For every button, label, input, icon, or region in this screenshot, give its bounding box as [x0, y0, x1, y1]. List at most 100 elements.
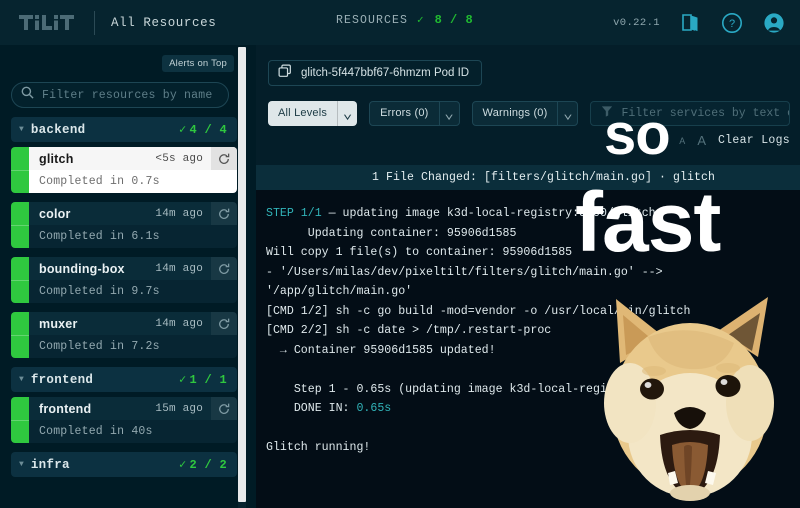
resource-time: 14m ago [155, 262, 203, 275]
chevron-down-icon[interactable]: ▼ [19, 125, 24, 134]
breadcrumb-all-resources[interactable]: All Resources [111, 16, 216, 30]
log-step-label: STEP 1/1 [266, 207, 322, 220]
group-header-frontend[interactable]: ▼ frontend ✓ 1 / 1 [11, 367, 237, 392]
chevron-down-icon[interactable]: ⌄ [557, 101, 577, 125]
header-actions: v0.22.1 ? [613, 0, 786, 45]
refresh-icon[interactable] [211, 312, 237, 335]
log-toolbar: All Levels ⌄ Errors (0) ⌄ Warnings (0) ⌄… [268, 100, 790, 126]
group-name-backend: backend [30, 122, 86, 137]
refresh-icon[interactable] [211, 257, 237, 280]
resource-status: Completed in 40s [39, 425, 153, 438]
font-size-increase-button[interactable]: A [697, 133, 706, 148]
log-filter-input[interactable]: Filter services by text or /regexp/ [590, 100, 790, 126]
check-icon: ✓ [178, 458, 187, 472]
chevron-down-icon[interactable]: ⌄ [337, 100, 357, 126]
book-icon[interactable] [678, 11, 702, 35]
group-count-frontend: ✓ 1 / 1 [178, 372, 227, 388]
group-header-infra[interactable]: ▼ infra ✓ 2 / 2 [11, 452, 237, 477]
resource-item-muxer[interactable]: muxer 14m ago Completed in 7.2s [11, 312, 237, 358]
warnings-dropdown[interactable]: Warnings (0) ⌄ [471, 100, 579, 126]
resource-filter-placeholder: Filter resources by name [42, 88, 213, 102]
sidebar-scrollbar-thumb[interactable] [238, 47, 246, 502]
status-bars [11, 147, 29, 193]
font-size-decrease-button[interactable]: A [679, 136, 685, 146]
refresh-icon[interactable] [211, 397, 237, 420]
resource-time: 14m ago [155, 317, 203, 330]
log-line: — updating image k3d-local-registry:5000… [321, 207, 656, 220]
refresh-icon[interactable] [211, 202, 237, 225]
status-bars [11, 257, 29, 303]
warnings-label: Warnings (0) [482, 107, 548, 119]
log-line: Glitch running! [266, 441, 371, 454]
group-count-value: 4 / 4 [189, 122, 227, 137]
resource-filter-box[interactable]: Filter resources by name [11, 82, 229, 108]
resources-label: RESOURCES [336, 13, 409, 27]
group-header-backend[interactable]: ▼ backend ✓ 4 / 4 [11, 117, 237, 142]
resource-time: 14m ago [155, 207, 203, 220]
resources-sidebar: Alerts on Top Filter resources by name ▼… [0, 45, 248, 508]
pod-id-label: glitch-5f447bbf67-6hmzm Pod ID [301, 67, 470, 79]
resource-status: Completed in 6.1s [39, 230, 160, 243]
resource-item-frontend[interactable]: frontend 15m ago Completed in 40s [11, 397, 237, 443]
log-panel: glitch-5f447bbf67-6hmzm Pod ID All Level… [256, 45, 800, 508]
refresh-icon[interactable] [211, 147, 237, 170]
log-line: → Container 95906d1585 updated! [266, 343, 496, 357]
log-output[interactable]: STEP 1/1 — updating image k3d-local-regi… [256, 190, 800, 508]
account-icon[interactable] [762, 11, 786, 35]
resource-name: color [39, 206, 71, 221]
header-divider [94, 10, 95, 35]
errors-dropdown[interactable]: Errors (0) ⌄ [369, 100, 460, 126]
help-icon[interactable]: ? [720, 11, 744, 35]
group-count-infra: ✓ 2 / 2 [178, 457, 227, 473]
resource-status: Completed in 7.2s [39, 340, 160, 353]
log-line: [CMD 1/2] sh -c go build -mod=vendor -o … [266, 304, 691, 318]
log-line: [CMD 2/2] sh -c date > /tmp/.restart-pro… [266, 324, 552, 337]
log-line: DONE IN: [266, 402, 357, 415]
search-icon [21, 86, 34, 104]
log-done-duration: 0.65s [356, 402, 392, 415]
resource-status: Completed in 0.7s [39, 175, 160, 188]
resource-time: <5s ago [155, 152, 203, 165]
resource-item-glitch[interactable]: glitch <5s ago Completed in 0.7s [11, 147, 237, 193]
group-name-infra: infra [30, 457, 70, 472]
group-count-value: 1 / 1 [189, 372, 227, 387]
chevron-down-icon[interactable]: ▼ [19, 375, 24, 384]
file-changed-text: 1 File Changed: [filters/glitch/main.go]… [371, 171, 715, 184]
alerts-on-top-toggle[interactable]: Alerts on Top [162, 55, 234, 72]
chevron-down-icon[interactable]: ▼ [19, 460, 24, 469]
resource-time: 15m ago [155, 402, 203, 415]
log-line: '/app/glitch/main.go' [266, 285, 413, 298]
log-line: Will copy 1 file(s) to container: 95906d… [266, 246, 573, 259]
resource-item-color[interactable]: color 14m ago Completed in 6.1s [11, 202, 237, 248]
copy-icon[interactable] [278, 64, 292, 83]
chevron-down-icon[interactable]: ⌄ [438, 101, 459, 125]
check-icon: ✓ [417, 15, 424, 27]
check-icon: ✓ [178, 373, 187, 387]
resource-name: frontend [39, 401, 92, 416]
resources-status-group: RESOURCES ✓ 8 / 8 [336, 13, 473, 27]
tilt-logo[interactable] [16, 13, 78, 33]
resource-status: Completed in 9.7s [39, 285, 160, 298]
clear-logs-button[interactable]: Clear Logs [718, 134, 790, 147]
resource-group-list: ▼ backend ✓ 4 / 4 glitch <5s ago Complet… [0, 117, 248, 508]
status-bars [11, 202, 29, 248]
status-bars [11, 312, 29, 358]
resource-name: bounding-box [39, 261, 125, 276]
log-line: Step 1 - 0.65s (updating image k3d-local… [266, 382, 691, 396]
log-controls-row: A A Clear Logs [679, 133, 790, 148]
svg-text:?: ? [729, 18, 735, 30]
file-changed-banner: 1 File Changed: [filters/glitch/main.go]… [256, 165, 800, 190]
check-icon: ✓ [178, 123, 187, 137]
log-filter-placeholder: Filter services by text or /regexp/ [621, 106, 789, 120]
all-levels-dropdown[interactable]: All Levels ⌄ [268, 100, 358, 126]
top-header-bar: All Resources RESOURCES ✓ 8 / 8 v0.22.1 … [0, 0, 800, 45]
pod-id-chip[interactable]: glitch-5f447bbf67-6hmzm Pod ID [268, 60, 483, 86]
group-name-frontend: frontend [30, 372, 94, 387]
group-count-backend: ✓ 4 / 4 [178, 122, 227, 138]
resource-name: glitch [39, 151, 74, 166]
status-bars [11, 397, 29, 443]
resource-item-bounding-box[interactable]: bounding-box 14m ago Completed in 9.7s [11, 257, 237, 303]
errors-label: Errors (0) [380, 107, 429, 119]
all-levels-label: All Levels [278, 107, 328, 119]
alerts-on-top-row: Alerts on Top [162, 53, 234, 72]
